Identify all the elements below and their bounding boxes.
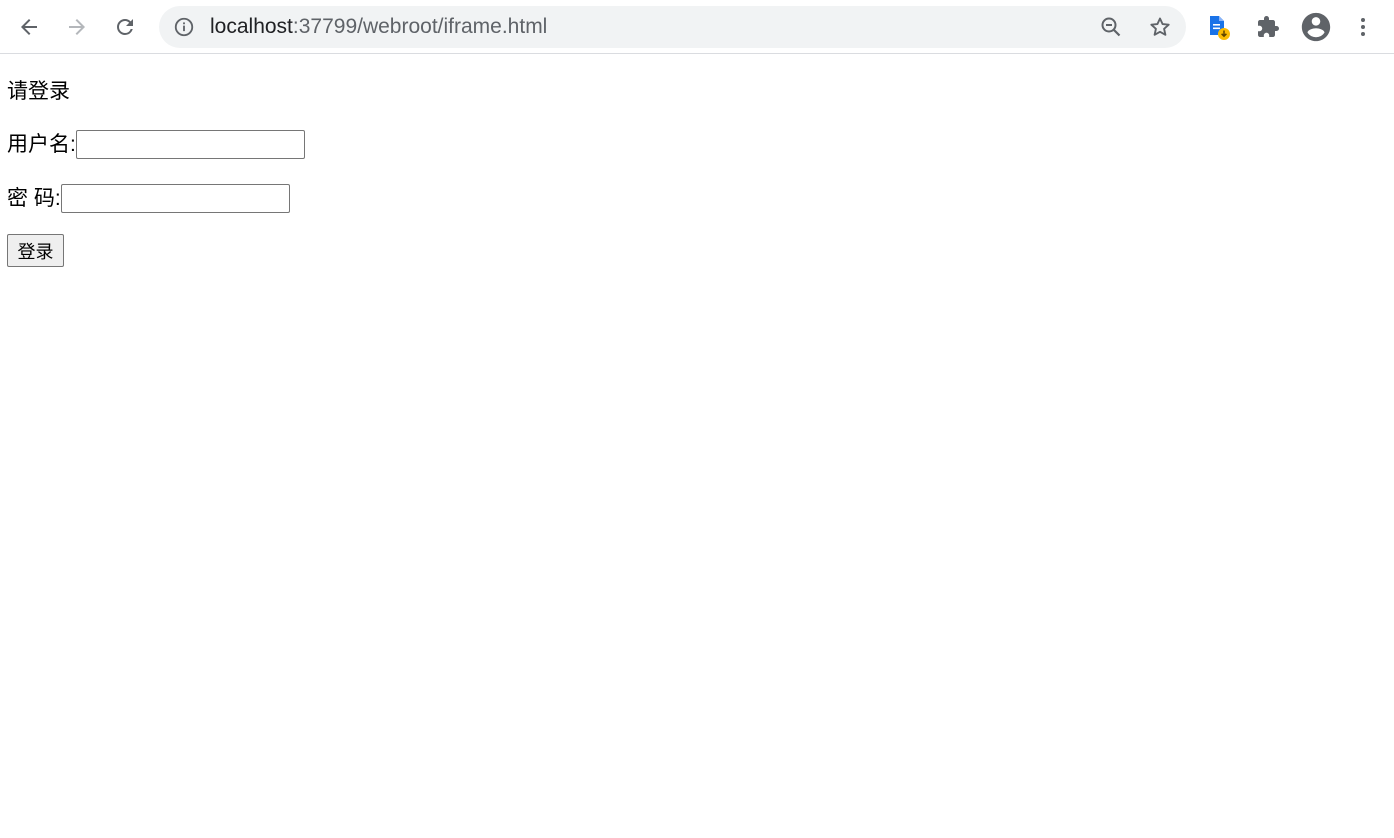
profile-button[interactable] <box>1298 9 1334 45</box>
kebab-menu-icon <box>1351 15 1375 39</box>
star-icon[interactable] <box>1148 15 1172 39</box>
password-label: 密 码: <box>7 186 61 210</box>
url-host: localhost <box>210 15 293 38</box>
arrow-right-icon <box>65 15 89 39</box>
extension-document-button[interactable] <box>1202 11 1234 43</box>
account-circle-icon <box>1299 10 1333 44</box>
puzzle-icon <box>1256 15 1280 39</box>
arrow-left-icon <box>17 15 41 39</box>
username-input[interactable] <box>75 130 305 159</box>
browser-toolbar: localhost:37799/webroot/iframe.html <box>0 0 1394 54</box>
username-row: 用户名: <box>7 130 305 159</box>
extensions-button[interactable] <box>1252 11 1284 43</box>
username-label: 用户名: <box>7 132 76 156</box>
zoom-out-icon[interactable] <box>1099 15 1123 39</box>
page-content: 请登录 用户名: 密 码: 登录 <box>0 55 1394 838</box>
password-input[interactable] <box>60 184 290 213</box>
back-button[interactable] <box>13 11 45 43</box>
reload-icon <box>113 15 137 39</box>
url-path: :37799/webroot/iframe.html <box>292 15 548 38</box>
login-button[interactable]: 登录 <box>7 234 64 267</box>
reload-button[interactable] <box>109 11 141 43</box>
url-text[interactable]: localhost:37799/webroot/iframe.html <box>210 6 547 48</box>
page-title: 请登录 <box>7 80 70 103</box>
forward-button[interactable] <box>61 11 93 43</box>
browser-menu-button[interactable] <box>1347 11 1379 43</box>
address-bar[interactable]: localhost:37799/webroot/iframe.html <box>159 6 1186 48</box>
document-download-icon <box>1204 13 1232 41</box>
info-icon[interactable] <box>173 16 195 38</box>
password-row: 密 码: <box>7 184 290 213</box>
